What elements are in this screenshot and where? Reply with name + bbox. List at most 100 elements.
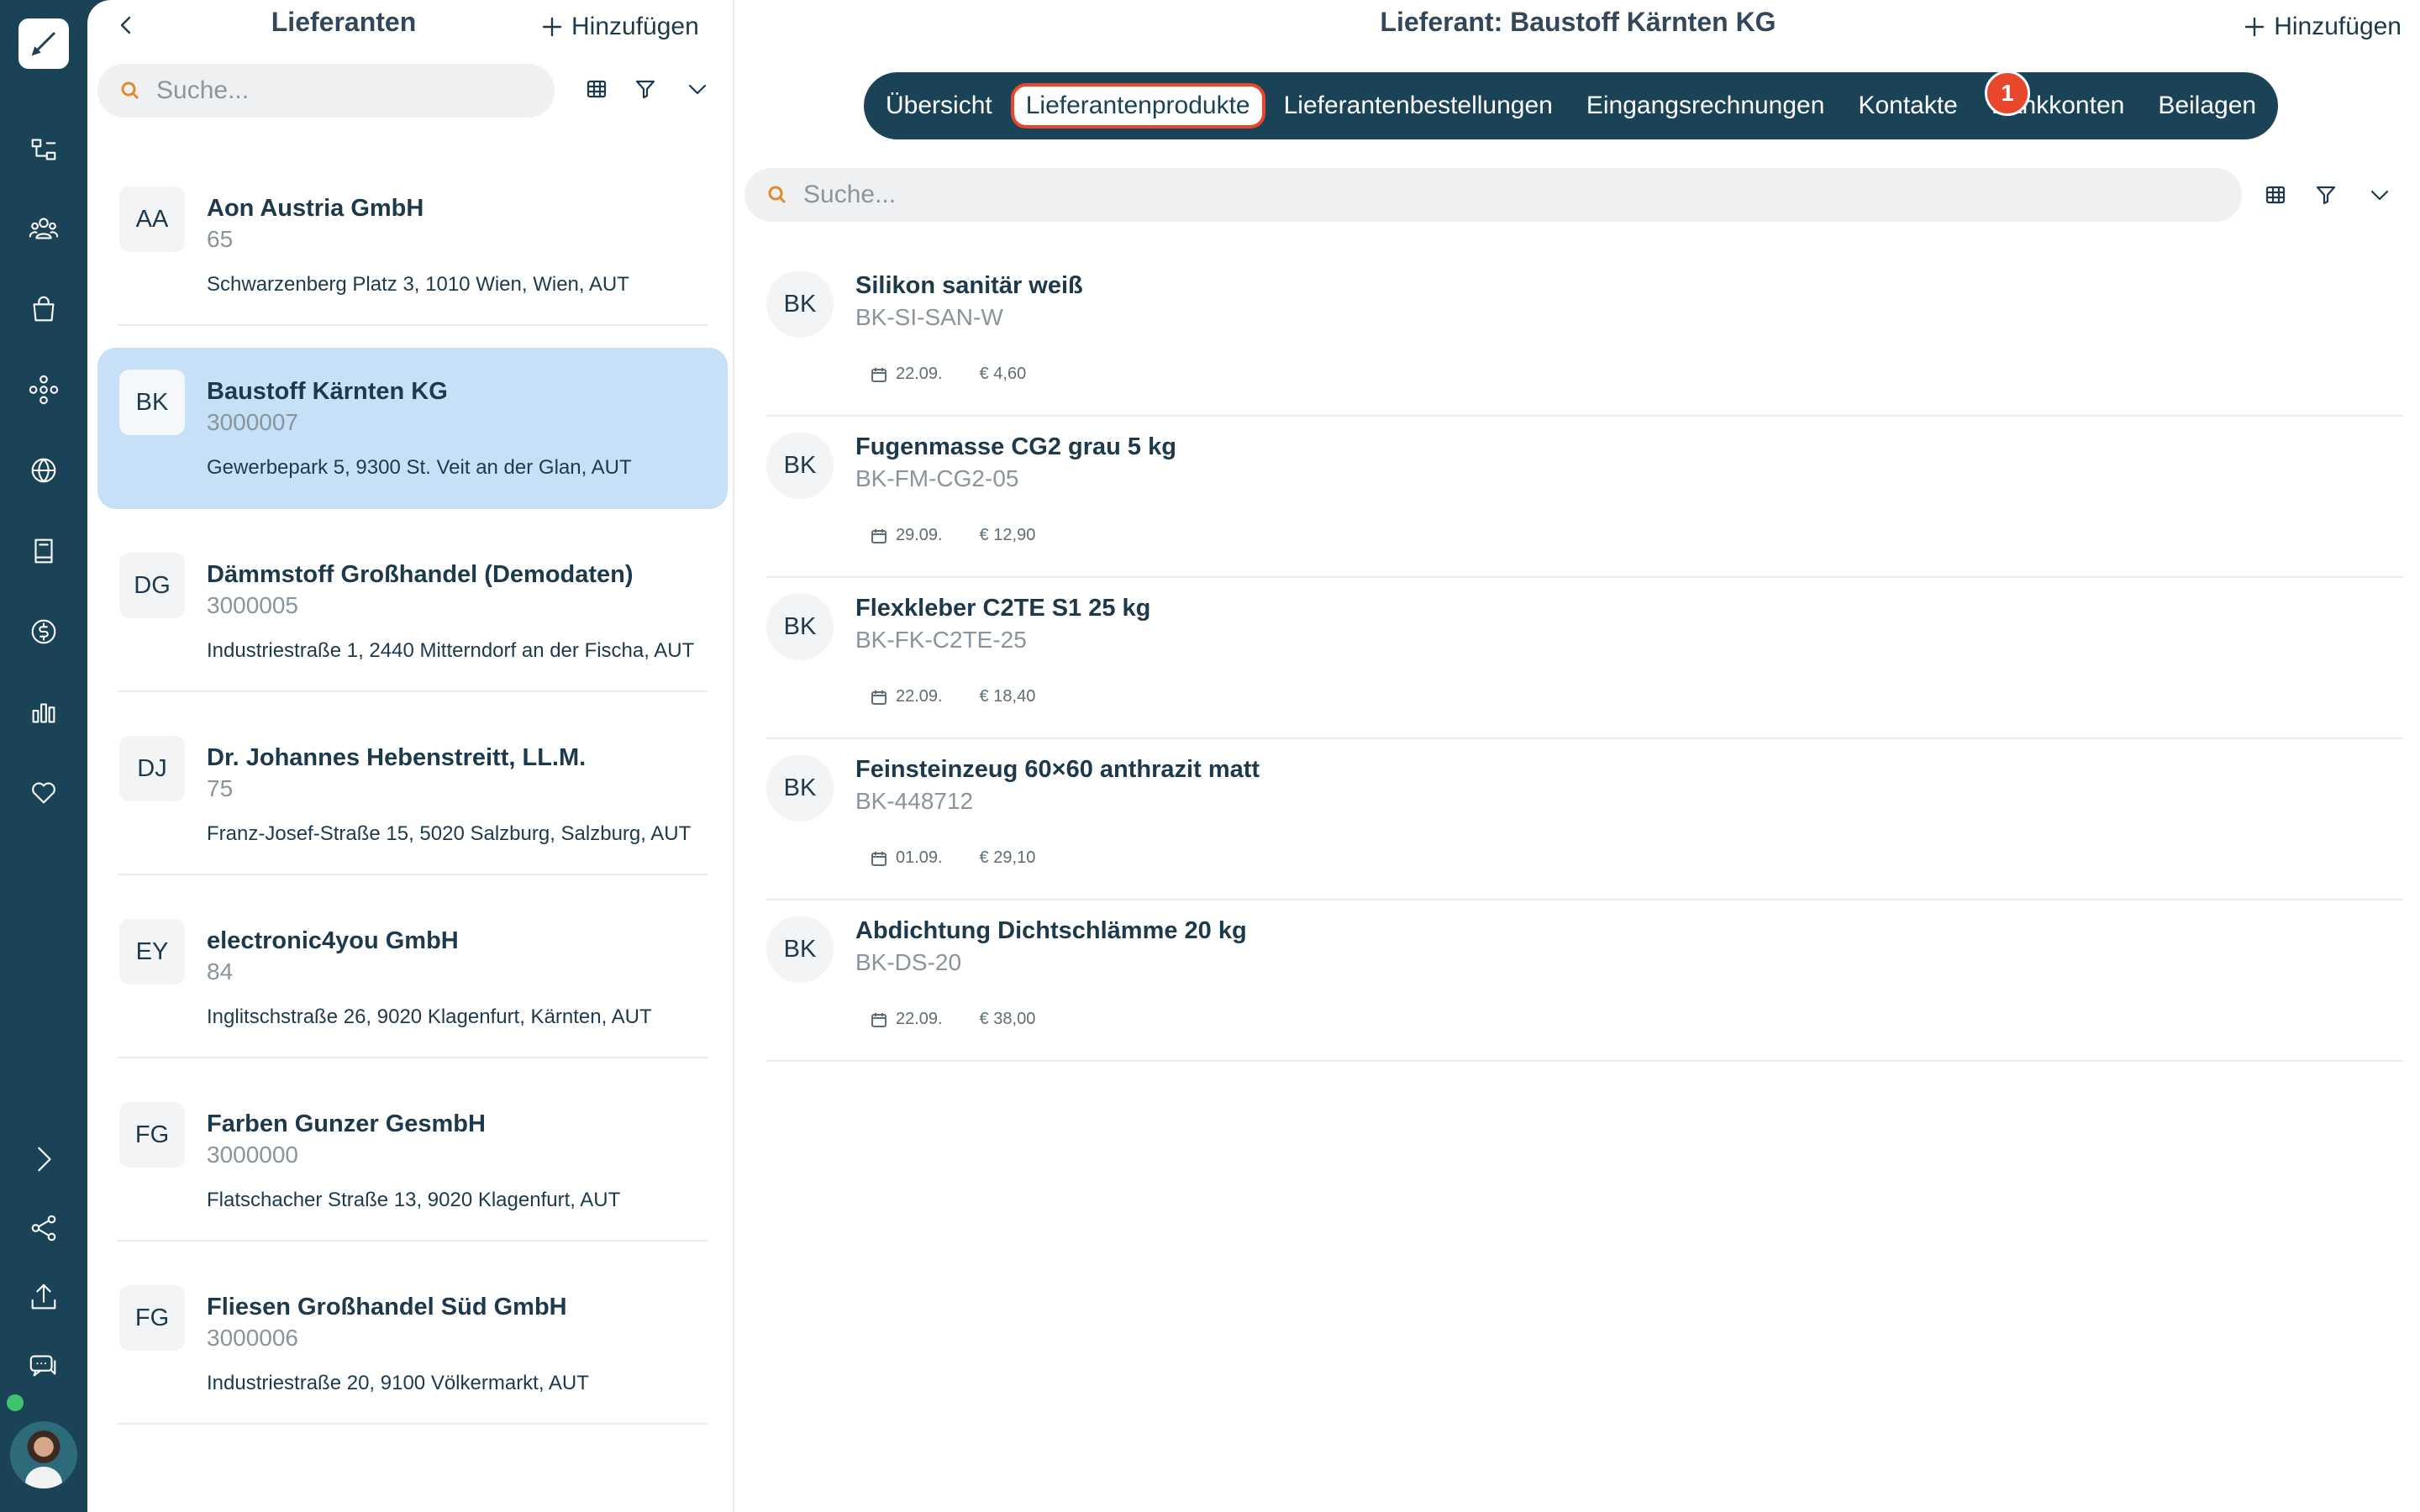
product-price: € 12,90	[979, 526, 1036, 544]
supplier-address: Industriestraße 1, 2440 Mitterndorf an d…	[207, 639, 695, 662]
product-avatar: BK	[766, 432, 834, 499]
supplier-avatar: DG	[119, 553, 185, 618]
supplier-search[interactable]	[97, 64, 555, 118]
product-avatar: BK	[766, 270, 834, 338]
supplier-number: 75	[207, 775, 234, 801]
expand-sidebar-icon[interactable]	[17, 1132, 71, 1186]
product-search[interactable]	[744, 168, 2242, 222]
chevron-down-icon[interactable]	[679, 71, 716, 108]
calendar-icon	[871, 367, 886, 382]
product-list-item[interactable]: BK Feinsteinzeug 60×60 anthrazit matt BK-4…	[766, 739, 2403, 900]
product-name: Silikon sanitär weiß	[855, 272, 1083, 299]
nav-shop-icon[interactable]	[17, 282, 71, 336]
nav-rail	[0, 0, 87, 1512]
product-list-item[interactable]: BK Flexkleber C2TE S1 25 kg BK-FK-C2TE-25 2…	[766, 578, 2403, 739]
table-view-icon[interactable]	[578, 71, 615, 108]
supplier-search-input[interactable]	[156, 76, 523, 105]
supplier-card[interactable]: BK Baustoff Kärnten KG 3000007 Gewerbepark …	[97, 348, 728, 509]
share-icon[interactable]	[17, 1201, 71, 1255]
calendar-icon	[871, 690, 886, 705]
product-sku: BK-FK-C2TE-25	[855, 627, 1027, 653]
product-sku: BK-SI-SAN-W	[855, 304, 1003, 330]
search-icon	[768, 186, 786, 204]
nav-network-icon[interactable]	[17, 363, 71, 417]
supplier-number: 65	[207, 226, 234, 252]
product-list-item[interactable]: BK Fugenmasse CG2 grau 5 kg BK-FM-CG2-05 29…	[766, 417, 2403, 578]
supplier-list-item[interactable]: BK Baustoff Kärnten KG 3000007 Gewerbepark …	[97, 326, 728, 509]
supplier-name: Aon Austria GmbH	[207, 195, 424, 222]
product-list-item[interactable]: BK Abdichtung Dichtschlämme 20 kg BK-DS-20…	[766, 900, 2403, 1062]
product-date: 22.09.	[896, 687, 943, 706]
supplier-card[interactable]: DJ Dr. Johannes Hebenstreitt, LL.M. 75 Fran…	[97, 714, 728, 875]
supplier-number: 3000007	[207, 409, 299, 435]
supplier-address: Industriestraße 20, 9100 Völkermarkt, AU…	[207, 1372, 589, 1394]
nav-book-icon[interactable]	[17, 524, 71, 578]
product-price: € 4,60	[979, 365, 1027, 383]
product-name: Flexkleber C2TE S1 25 kg	[855, 595, 1151, 622]
supplier-list-item[interactable]: AA Aon Austria GmbH 65 Schwarzenberg Platz …	[97, 143, 728, 326]
product-meta: 22.09. € 38,00	[871, 1010, 1035, 1029]
filter-icon[interactable]	[2307, 176, 2344, 213]
app-logo-icon[interactable]	[18, 18, 69, 69]
list-header: Lieferanten Hinzufügen	[87, 0, 734, 52]
supplier-list: AA Aon Austria GmbH 65 Schwarzenberg Platz …	[97, 143, 728, 1425]
tab-item[interactable]: Kontakte	[1858, 92, 1957, 120]
nav-users-icon[interactable]	[17, 202, 71, 255]
product-avatar: BK	[766, 916, 834, 983]
nav-finance-icon[interactable]	[17, 605, 71, 659]
supplier-number: 84	[207, 958, 234, 984]
tab-item[interactable]: Lieferantenbestellungen	[1284, 92, 1553, 120]
supplier-card[interactable]: EY electronic4you GmbH 84 Inglitschstraße 2…	[97, 897, 728, 1058]
supplier-address: Schwarzenberg Platz 3, 1010 Wien, Wien, …	[207, 273, 629, 296]
nav-globe-icon[interactable]	[17, 444, 71, 497]
product-list-item[interactable]: BK Silikon sanitär weiß BK-SI-SAN-W 22.09. €…	[766, 255, 2403, 417]
supplier-list-item[interactable]: EY electronic4you GmbH 84 Inglitschstraße 2…	[97, 875, 728, 1058]
detail-title: Lieferant: Baustoff Kärnten KG	[1380, 7, 1776, 37]
chevron-down-icon[interactable]	[2361, 176, 2398, 213]
nav-favorites-icon[interactable]	[17, 766, 71, 820]
product-meta: 22.09. € 4,60	[871, 365, 1026, 384]
supplier-list-item[interactable]: FG Fliesen Großhandel Süd GmbH 3000006 Indu…	[97, 1242, 728, 1425]
online-status-dot	[7, 1394, 24, 1411]
chat-icon[interactable]	[17, 1339, 71, 1393]
product-name: Abdichtung Dichtschlämme 20 kg	[855, 917, 1247, 944]
nav-reports-icon[interactable]	[17, 685, 71, 739]
supplier-card[interactable]: FG Farben Gunzer GesmbH 3000000 Flatschache…	[97, 1080, 728, 1242]
divider	[118, 1423, 708, 1425]
main-content: Lieferanten Hinzufügen AA Aon Austria Gmb…	[87, 0, 2420, 1512]
supplier-avatar: EY	[119, 919, 185, 984]
back-icon[interactable]	[109, 8, 143, 42]
add-product-label: Hinzufügen	[2274, 13, 2402, 40]
filter-icon[interactable]	[627, 71, 664, 108]
product-date: 29.09.	[896, 526, 943, 544]
supplier-list-item[interactable]: FG Farben Gunzer GesmbH 3000000 Flatschache…	[97, 1058, 728, 1242]
product-list: BK Silikon sanitär weiß BK-SI-SAN-W 22.09. €…	[766, 255, 2403, 1062]
add-product-button[interactable]: Hinzufügen	[2244, 10, 2402, 44]
upload-icon[interactable]	[17, 1270, 71, 1324]
user-avatar[interactable]	[10, 1421, 77, 1488]
product-price: € 29,10	[979, 848, 1036, 867]
tab-item[interactable]: Beilagen	[2158, 92, 2256, 120]
tab-active[interactable]: Lieferantenprodukte	[1013, 87, 1262, 125]
nav-dashboard-icon[interactable]	[17, 123, 71, 176]
supplier-avatar: DJ	[119, 736, 185, 801]
supplier-list-item[interactable]: DG Dämmstoff Großhandel (Demodaten) 300000…	[97, 509, 728, 692]
product-avatar: BK	[766, 754, 834, 822]
tab-item[interactable]: Eingangsrechnungen	[1586, 92, 1825, 120]
calendar-icon	[871, 528, 886, 543]
supplier-card[interactable]: DG Dämmstoff Großhandel (Demodaten) 300000…	[97, 531, 728, 692]
supplier-list-item[interactable]: DJ Dr. Johannes Hebenstreitt, LL.M. 75 Fran…	[97, 692, 728, 875]
supplier-number: 3000005	[207, 592, 299, 618]
add-supplier-button[interactable]: Hinzufügen	[541, 10, 699, 44]
supplier-card[interactable]: FG Fliesen Großhandel Süd GmbH 3000006 Indu…	[97, 1263, 728, 1425]
supplier-avatar: FG	[119, 1102, 185, 1168]
product-search-input[interactable]	[803, 181, 2002, 209]
step-badge: 1	[1985, 71, 2030, 116]
supplier-name: Baustoff Kärnten KG	[207, 378, 448, 405]
product-meta: 22.09. € 18,40	[871, 687, 1035, 706]
supplier-address: Flatschacher Straße 13, 9020 Klagenfurt,…	[207, 1189, 621, 1211]
table-view-icon[interactable]	[2257, 176, 2294, 213]
supplier-card[interactable]: AA Aon Austria GmbH 65 Schwarzenberg Platz …	[97, 165, 728, 326]
supplier-address: Franz-Josef-Straße 15, 5020 Salzburg, Sa…	[207, 822, 692, 845]
tab-item[interactable]: Übersicht	[886, 92, 992, 120]
